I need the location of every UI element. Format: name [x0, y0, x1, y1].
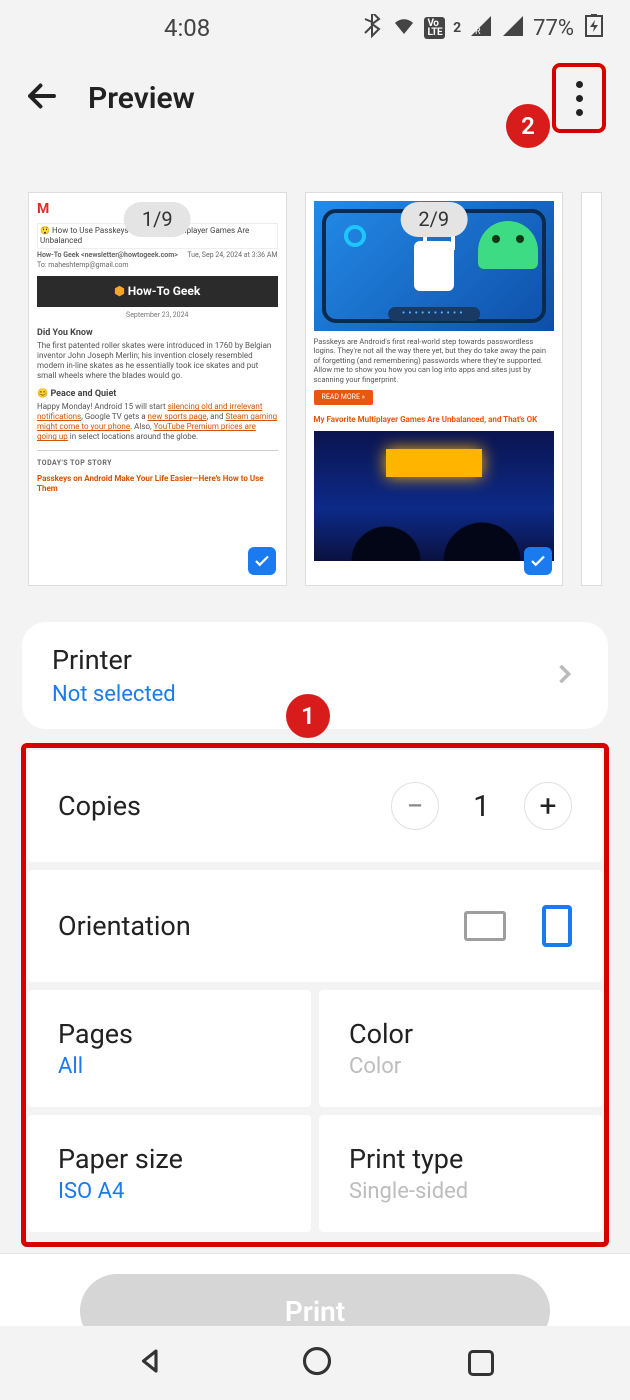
page-thumbnail-2[interactable]: 2/9 •••••••••• Passkeys are Android's fi… [305, 192, 564, 586]
pages-value: All [58, 1054, 281, 1079]
back-button[interactable] [24, 78, 60, 118]
pages-selector[interactable]: Pages All [28, 990, 311, 1107]
battery-charging-icon [582, 14, 606, 43]
article-image-2 [314, 431, 555, 561]
paper-size-label: Paper size [58, 1143, 281, 1175]
article-title-2: My Favorite Multiplayer Games Are Unbala… [314, 415, 555, 425]
system-nav-bar [0, 1326, 630, 1400]
nav-back-button[interactable] [136, 1346, 166, 1380]
newsletter-banner: ⬢ How-To Geek [37, 276, 278, 307]
page-thumbnail-strip[interactable]: 1/9 M 😲 How to Use Passkeys on Your An… … [0, 192, 630, 586]
signal-icon-2 [501, 14, 525, 43]
status-bar: 4:08 VoLTE 2 R 77% [0, 0, 630, 56]
status-time: 4:08 [164, 14, 210, 42]
paper-size-selector[interactable]: Paper size ISO A4 [28, 1115, 311, 1232]
didyouknow-body: The first patented roller skates were in… [37, 341, 278, 381]
read-more-button: READ MORE » [314, 390, 373, 405]
color-label: Color [349, 1018, 572, 1050]
print-type-selector[interactable]: Print type Single-sided [319, 1115, 602, 1232]
page-indicator: 2/9 [400, 202, 467, 237]
color-selector[interactable]: Color Color [319, 990, 602, 1107]
chevron-right-icon [550, 660, 578, 692]
section-peace: 😊 Peace and Quiet [37, 389, 278, 400]
section-didyouknow: Did You Know [37, 328, 278, 339]
page-selected-check-icon[interactable] [248, 547, 276, 575]
date-meta: Tue, Sep 24, 2024 at 3:36 AM [187, 251, 277, 260]
print-type-label: Print type [349, 1143, 572, 1175]
article-excerpt: Passkeys are Android's first real-world … [314, 337, 555, 384]
orientation-row: Orientation [28, 870, 602, 982]
paper-size-value: ISO A4 [58, 1179, 281, 1204]
topstory-title: Passkeys on Android Make Your Life Easie… [37, 474, 278, 494]
annotation-badge-2: 2 [506, 104, 550, 148]
peace-body: Happy Monday! Android 15 will start sile… [37, 402, 278, 442]
newsletter-date: September 23, 2024 [37, 311, 278, 320]
annotation-badge-1: 1 [286, 694, 330, 738]
page-selected-check-icon[interactable] [524, 547, 552, 575]
copies-row: Copies − 1 + [28, 750, 602, 862]
print-options-highlighted: Copies − 1 + Orientation Pages All Color… [21, 743, 609, 1247]
signal-icon-1: R [469, 14, 493, 43]
more-vertical-icon [576, 81, 583, 116]
nav-recents-button[interactable] [468, 1350, 494, 1376]
pages-label: Pages [58, 1018, 281, 1050]
orientation-landscape-toggle[interactable] [464, 911, 506, 941]
from-line: How-To Geek <newsletter@howtogeek.com> [37, 251, 178, 259]
gmail-icon: M [37, 201, 49, 219]
topstory-hdr: TODAY'S TOP STORY [37, 459, 278, 468]
bluetooth-icon [360, 14, 384, 43]
color-value: Color [349, 1054, 572, 1079]
copies-increment-button[interactable]: + [524, 782, 572, 830]
page-thumbnail-1[interactable]: 1/9 M 😲 How to Use Passkeys on Your An… … [28, 192, 287, 586]
page-indicator: 1/9 [124, 202, 191, 237]
printer-label: Printer [52, 644, 176, 676]
orientation-portrait-toggle[interactable] [542, 905, 572, 947]
wifi-icon [392, 14, 416, 43]
copies-label: Copies [58, 790, 141, 822]
page-title: Preview [88, 81, 195, 116]
copies-decrement-button[interactable]: − [391, 782, 439, 830]
volte-badge: VoLTE [424, 17, 445, 39]
to-line: To: maheshtemp@gmail.com [37, 261, 278, 270]
nav-home-button[interactable] [302, 1346, 332, 1380]
orientation-label: Orientation [58, 910, 191, 942]
svg-text:R: R [475, 27, 481, 37]
battery-percent: 77% [533, 16, 574, 41]
copies-value: 1 [473, 789, 490, 824]
print-type-value: Single-sided [349, 1179, 572, 1204]
more-menu-button[interactable] [552, 63, 606, 133]
page-thumbnail-3-peek[interactable] [581, 192, 602, 586]
printer-value: Not selected [52, 682, 176, 707]
